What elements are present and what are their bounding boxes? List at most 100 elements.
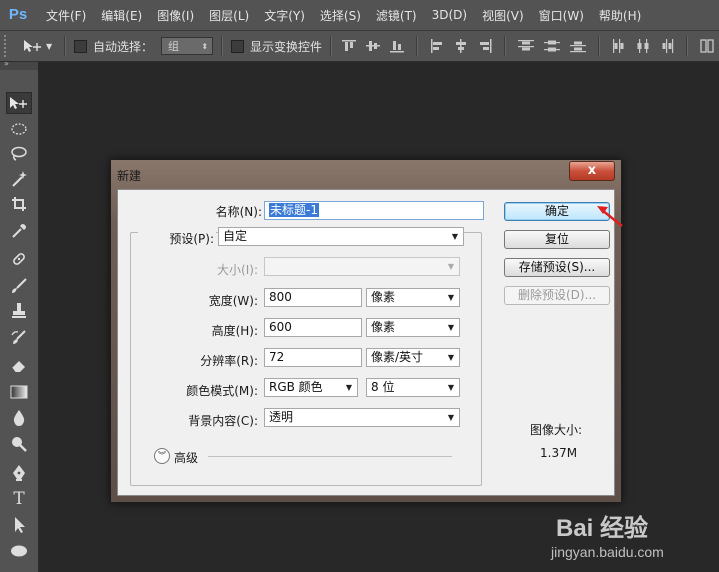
align-top-icon[interactable] (342, 39, 357, 53)
brush-tool[interactable] (6, 275, 32, 297)
show-transform-checkbox[interactable] (231, 39, 245, 53)
magic-wand-tool[interactable] (6, 168, 32, 190)
distribute-top-icon[interactable] (518, 39, 535, 53)
preset-dropdown[interactable]: 自定 ▼ (218, 227, 464, 246)
divider (598, 36, 601, 56)
auto-select-checkbox[interactable] (74, 39, 87, 53)
distribute-vertical-center-icon[interactable] (544, 39, 561, 53)
menu-help[interactable]: 帮助(H) (599, 7, 641, 24)
toolbox: T (0, 70, 39, 572)
new-document-dialog: 新建 x 名称(N): 未标题-1 预设(P): 自定 ▼ 大小(I): ▼ 宽… (110, 159, 622, 503)
watermark-url: jingyan.baidu.com (551, 544, 664, 560)
name-label: 名称(N): (215, 205, 262, 219)
path-selection-tool[interactable] (6, 514, 32, 536)
bit-depth-dropdown[interactable]: 8 位 ▼ (366, 378, 460, 397)
align-buttons (342, 36, 714, 56)
chevron-down-icon: ▼ (447, 293, 454, 302)
image-size-label: 图像大小: (530, 423, 583, 437)
reset-button[interactable]: 复位 (504, 230, 610, 249)
eyedropper-icon (12, 224, 26, 238)
menu-view[interactable]: 视图(V) (482, 7, 524, 24)
chevron-down-icon: ▼ (451, 232, 458, 241)
chevron-down-icon: ▼ (447, 413, 454, 422)
color-mode-dropdown[interactable]: RGB 颜色 ▼ (264, 378, 358, 397)
size-dropdown: ▼ (264, 257, 460, 276)
height-unit-dropdown[interactable]: 像素 ▼ (366, 318, 460, 337)
size-label: 大小(I): (217, 263, 258, 277)
resolution-input[interactable]: 72 (264, 348, 362, 367)
divider (504, 36, 507, 56)
divider (416, 36, 419, 56)
name-input[interactable]: 未标题-1 (264, 201, 484, 220)
brush-icon (12, 278, 27, 293)
align-vertical-center-icon[interactable] (366, 39, 381, 53)
align-left-icon[interactable] (430, 39, 444, 53)
type-tool[interactable]: T (6, 488, 32, 510)
stepper-icon: ⬍ (201, 42, 209, 51)
background-contents-value: 透明 (269, 410, 294, 424)
height-input[interactable]: 600 (264, 318, 362, 337)
lasso-icon (11, 146, 27, 161)
advanced-label[interactable]: 高级 (174, 449, 198, 466)
options-bar-grip[interactable] (4, 35, 12, 57)
auto-select-dropdown[interactable]: 组 ⬍ (161, 37, 214, 55)
stamp-icon (12, 303, 26, 318)
menu-edit[interactable]: 编辑(E) (101, 7, 142, 24)
color-mode-value: RGB 颜色 (269, 380, 323, 394)
dialog-body: 名称(N): 未标题-1 预设(P): 自定 ▼ 大小(I): ▼ 宽度(W):… (117, 189, 615, 496)
dodge-icon (12, 437, 27, 452)
menu-window[interactable]: 窗口(W) (539, 7, 584, 24)
width-unit-dropdown[interactable]: 像素 ▼ (366, 288, 460, 307)
advanced-toggle-icon[interactable]: ︾ (154, 448, 170, 464)
width-unit-value: 像素 (371, 290, 396, 304)
dialog-close-button[interactable]: x (569, 161, 615, 181)
baidu-jingyan-watermark: Bai 经验 (556, 515, 649, 542)
distribute-left-icon[interactable] (612, 39, 626, 53)
pen-tool[interactable] (6, 462, 32, 484)
align-horizontal-center-icon[interactable] (454, 39, 468, 53)
chevron-down-icon: ▼ (447, 383, 454, 392)
distribute-bottom-icon[interactable] (570, 39, 587, 53)
distribute-right-icon[interactable] (660, 39, 674, 53)
history-brush-tool[interactable] (6, 327, 32, 349)
bit-depth-value: 8 位 (371, 380, 395, 394)
menu-type[interactable]: 文字(Y) (264, 7, 305, 24)
align-bottom-icon[interactable] (390, 39, 405, 53)
tool-preset-picker[interactable]: ▼ (22, 39, 56, 53)
menu-image[interactable]: 图像(I) (157, 7, 194, 24)
menu-select[interactable]: 选择(S) (320, 7, 361, 24)
menu-layer[interactable]: 图层(L) (209, 7, 249, 24)
auto-align-layers-icon[interactable] (700, 39, 714, 53)
save-preset-button[interactable]: 存储预设(S)... (504, 258, 610, 277)
menu-3d[interactable]: 3D(D) (432, 8, 467, 22)
image-size-value: 1.37M (540, 446, 578, 460)
healing-brush-tool[interactable] (6, 248, 32, 270)
blur-tool[interactable] (6, 407, 32, 429)
gradient-tool[interactable] (6, 381, 32, 403)
width-input[interactable]: 800 (264, 288, 362, 307)
marquee-tool[interactable] (6, 118, 32, 140)
eraser-tool[interactable] (6, 354, 32, 376)
eyedropper-tool[interactable] (6, 220, 32, 242)
ellipse-shape-tool[interactable] (6, 540, 32, 562)
lasso-tool[interactable] (6, 143, 32, 165)
crop-tool[interactable] (6, 193, 32, 215)
menu-file[interactable]: 文件(F) (46, 7, 86, 24)
background-contents-dropdown[interactable]: 透明 ▼ (264, 408, 460, 427)
chevron-down-icon: ▼ (447, 353, 454, 362)
distribute-horizontal-center-icon[interactable] (636, 39, 650, 53)
menu-filter[interactable]: 滤镜(T) (376, 7, 417, 24)
move-tool[interactable] (6, 92, 32, 114)
height-label: 高度(H): (211, 324, 258, 338)
magic-wand-icon (12, 171, 27, 187)
resolution-unit-dropdown[interactable]: 像素/英寸 ▼ (366, 348, 460, 367)
dodge-tool[interactable] (6, 433, 32, 455)
options-bar: ▼ 自动选择： 组 ⬍ 显示变换控件 (0, 31, 719, 62)
align-right-icon[interactable] (478, 39, 492, 53)
toolbox-header[interactable]: » (0, 59, 38, 70)
dialog-title: 新建 (117, 169, 142, 183)
expand-toolbox-icon[interactable]: » (4, 59, 9, 68)
auto-select-value: 组 (168, 40, 180, 53)
bandage-icon (13, 253, 25, 265)
clone-stamp-tool[interactable] (6, 300, 32, 322)
